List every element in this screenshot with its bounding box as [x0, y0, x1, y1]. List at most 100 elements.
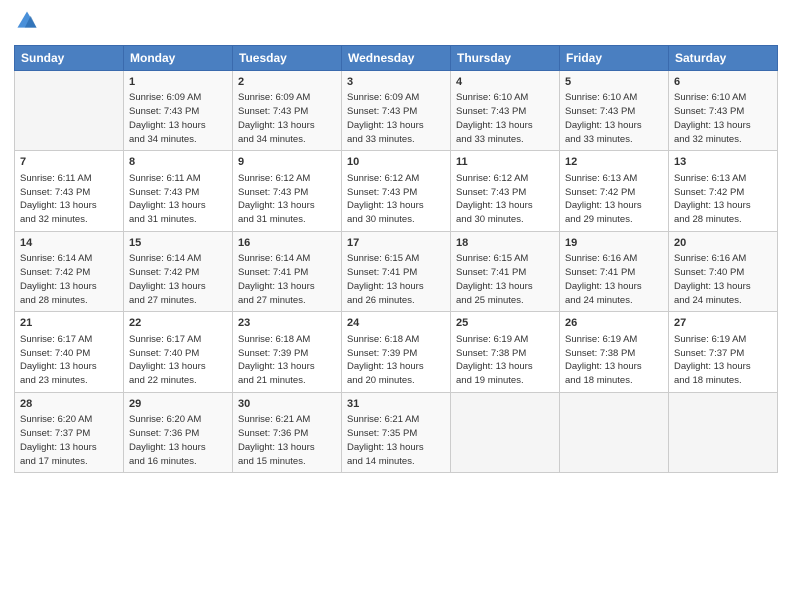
- day-info: Sunrise: 6:14 AM Sunset: 7:41 PM Dayligh…: [238, 252, 336, 307]
- day-number: 10: [347, 155, 445, 170]
- day-number: 27: [674, 316, 772, 331]
- day-info: Sunrise: 6:16 AM Sunset: 7:41 PM Dayligh…: [565, 252, 663, 307]
- calendar-week-2: 7 Sunrise: 6:11 AM Sunset: 7:43 PM Daylig…: [15, 151, 778, 231]
- day-info: Sunrise: 6:20 AM Sunset: 7:36 PM Dayligh…: [129, 413, 227, 468]
- day-info: Sunrise: 6:18 AM Sunset: 7:39 PM Dayligh…: [238, 333, 336, 388]
- calendar-cell: 4Sunrise: 6:10 AM Sunset: 7:43 PM Daylig…: [451, 71, 560, 151]
- day-number: 5: [565, 75, 663, 90]
- logo: [14, 10, 40, 37]
- calendar-cell: 13Sunrise: 6:13 AM Sunset: 7:42 PM Dayli…: [669, 151, 778, 231]
- calendar-cell: 27 Sunrise: 6:19 AM Sunset: 7:37 PM Dayli…: [669, 312, 778, 392]
- calendar-cell: 17Sunrise: 6:15 AM Sunset: 7:41 PM Dayli…: [342, 231, 451, 311]
- header-day-tuesday: Tuesday: [233, 46, 342, 71]
- day-info: Sunrise: 6:11 AM Sunset: 7:43 PM Dayligh…: [20, 172, 118, 227]
- calendar-cell: 11 Sunrise: 6:12 AM Sunset: 7:43 PM Dayli…: [451, 151, 560, 231]
- day-info: Sunrise: 6:17 AM Sunset: 7:40 PM Dayligh…: [20, 333, 118, 388]
- calendar-cell: 14Sunrise: 6:14 AM Sunset: 7:42 PM Dayli…: [15, 231, 124, 311]
- calendar-cell: 15Sunrise: 6:14 AM Sunset: 7:42 PM Dayli…: [124, 231, 233, 311]
- day-info: Sunrise: 6:18 AM Sunset: 7:39 PM Dayligh…: [347, 333, 445, 388]
- day-number: 28: [20, 397, 118, 412]
- day-number: 9: [238, 155, 336, 170]
- day-number: 22: [129, 316, 227, 331]
- day-number: 19: [565, 236, 663, 251]
- day-number: 18: [456, 236, 554, 251]
- calendar-cell: 3Sunrise: 6:09 AM Sunset: 7:43 PM Daylig…: [342, 71, 451, 151]
- day-info: Sunrise: 6:19 AM Sunset: 7:37 PM Dayligh…: [674, 333, 772, 388]
- calendar-week-1: 1Sunrise: 6:09 AM Sunset: 7:43 PM Daylig…: [15, 71, 778, 151]
- calendar-header-row: SundayMondayTuesdayWednesdayThursdayFrid…: [15, 46, 778, 71]
- header-day-friday: Friday: [560, 46, 669, 71]
- header-day-thursday: Thursday: [451, 46, 560, 71]
- day-info: Sunrise: 6:14 AM Sunset: 7:42 PM Dayligh…: [129, 252, 227, 307]
- day-number: 31: [347, 397, 445, 412]
- day-number: 26: [565, 316, 663, 331]
- day-info: Sunrise: 6:10 AM Sunset: 7:43 PM Dayligh…: [674, 91, 772, 146]
- day-info: Sunrise: 6:09 AM Sunset: 7:43 PM Dayligh…: [238, 91, 336, 146]
- calendar-cell: 26 Sunrise: 6:19 AM Sunset: 7:38 PM Dayli…: [560, 312, 669, 392]
- calendar-cell: 20Sunrise: 6:16 AM Sunset: 7:40 PM Dayli…: [669, 231, 778, 311]
- calendar-cell: 25Sunrise: 6:19 AM Sunset: 7:38 PM Dayli…: [451, 312, 560, 392]
- calendar-cell: [669, 392, 778, 472]
- day-number: 25: [456, 316, 554, 331]
- calendar-cell: 1Sunrise: 6:09 AM Sunset: 7:43 PM Daylig…: [124, 71, 233, 151]
- calendar-cell: [15, 71, 124, 151]
- logo-icon: [16, 10, 38, 32]
- calendar-cell: 31Sunrise: 6:21 AM Sunset: 7:35 PM Dayli…: [342, 392, 451, 472]
- day-number: 30: [238, 397, 336, 412]
- day-info: Sunrise: 6:14 AM Sunset: 7:42 PM Dayligh…: [20, 252, 118, 307]
- day-number: 11: [456, 155, 554, 170]
- day-number: 21: [20, 316, 118, 331]
- calendar-table: SundayMondayTuesdayWednesdayThursdayFrid…: [14, 45, 778, 473]
- calendar-cell: 8Sunrise: 6:11 AM Sunset: 7:43 PM Daylig…: [124, 151, 233, 231]
- day-info: Sunrise: 6:21 AM Sunset: 7:35 PM Dayligh…: [347, 413, 445, 468]
- day-number: 23: [238, 316, 336, 331]
- day-info: Sunrise: 6:21 AM Sunset: 7:36 PM Dayligh…: [238, 413, 336, 468]
- day-info: Sunrise: 6:19 AM Sunset: 7:38 PM Dayligh…: [565, 333, 663, 388]
- day-number: 29: [129, 397, 227, 412]
- day-number: 24: [347, 316, 445, 331]
- header-day-wednesday: Wednesday: [342, 46, 451, 71]
- calendar-cell: 16Sunrise: 6:14 AM Sunset: 7:41 PM Dayli…: [233, 231, 342, 311]
- calendar-week-5: 28Sunrise: 6:20 AM Sunset: 7:37 PM Dayli…: [15, 392, 778, 472]
- day-info: Sunrise: 6:15 AM Sunset: 7:41 PM Dayligh…: [347, 252, 445, 307]
- calendar-cell: [451, 392, 560, 472]
- day-info: Sunrise: 6:12 AM Sunset: 7:43 PM Dayligh…: [347, 172, 445, 227]
- day-info: Sunrise: 6:20 AM Sunset: 7:37 PM Dayligh…: [20, 413, 118, 468]
- day-number: 1: [129, 75, 227, 90]
- calendar-cell: 23 Sunrise: 6:18 AM Sunset: 7:39 PM Dayli…: [233, 312, 342, 392]
- page: SundayMondayTuesdayWednesdayThursdayFrid…: [0, 0, 792, 612]
- calendar-week-3: 14Sunrise: 6:14 AM Sunset: 7:42 PM Dayli…: [15, 231, 778, 311]
- day-number: 15: [129, 236, 227, 251]
- day-number: 16: [238, 236, 336, 251]
- day-info: Sunrise: 6:10 AM Sunset: 7:43 PM Dayligh…: [456, 91, 554, 146]
- day-number: 3: [347, 75, 445, 90]
- day-info: Sunrise: 6:09 AM Sunset: 7:43 PM Dayligh…: [129, 91, 227, 146]
- day-info: Sunrise: 6:10 AM Sunset: 7:43 PM Dayligh…: [565, 91, 663, 146]
- calendar-week-4: 21 Sunrise: 6:17 AM Sunset: 7:40 PM Dayli…: [15, 312, 778, 392]
- calendar-cell: 30Sunrise: 6:21 AM Sunset: 7:36 PM Dayli…: [233, 392, 342, 472]
- day-number: 6: [674, 75, 772, 90]
- calendar-cell: 21 Sunrise: 6:17 AM Sunset: 7:40 PM Dayli…: [15, 312, 124, 392]
- day-number: 4: [456, 75, 554, 90]
- calendar-cell: 12Sunrise: 6:13 AM Sunset: 7:42 PM Dayli…: [560, 151, 669, 231]
- calendar-cell: 24 Sunrise: 6:18 AM Sunset: 7:39 PM Dayli…: [342, 312, 451, 392]
- calendar-cell: 29Sunrise: 6:20 AM Sunset: 7:36 PM Dayli…: [124, 392, 233, 472]
- day-number: 8: [129, 155, 227, 170]
- day-number: 17: [347, 236, 445, 251]
- day-info: Sunrise: 6:15 AM Sunset: 7:41 PM Dayligh…: [456, 252, 554, 307]
- calendar-cell: 18Sunrise: 6:15 AM Sunset: 7:41 PM Dayli…: [451, 231, 560, 311]
- calendar-cell: 28Sunrise: 6:20 AM Sunset: 7:37 PM Dayli…: [15, 392, 124, 472]
- calendar-cell: 22Sunrise: 6:17 AM Sunset: 7:40 PM Dayli…: [124, 312, 233, 392]
- day-number: 20: [674, 236, 772, 251]
- day-number: 2: [238, 75, 336, 90]
- header-day-monday: Monday: [124, 46, 233, 71]
- day-number: 7: [20, 155, 118, 170]
- day-info: Sunrise: 6:16 AM Sunset: 7:40 PM Dayligh…: [674, 252, 772, 307]
- day-info: Sunrise: 6:12 AM Sunset: 7:43 PM Dayligh…: [456, 172, 554, 227]
- calendar-cell: 6Sunrise: 6:10 AM Sunset: 7:43 PM Daylig…: [669, 71, 778, 151]
- calendar-cell: 10 Sunrise: 6:12 AM Sunset: 7:43 PM Dayli…: [342, 151, 451, 231]
- day-info: Sunrise: 6:12 AM Sunset: 7:43 PM Dayligh…: [238, 172, 336, 227]
- day-number: 14: [20, 236, 118, 251]
- day-info: Sunrise: 6:13 AM Sunset: 7:42 PM Dayligh…: [674, 172, 772, 227]
- calendar-cell: [560, 392, 669, 472]
